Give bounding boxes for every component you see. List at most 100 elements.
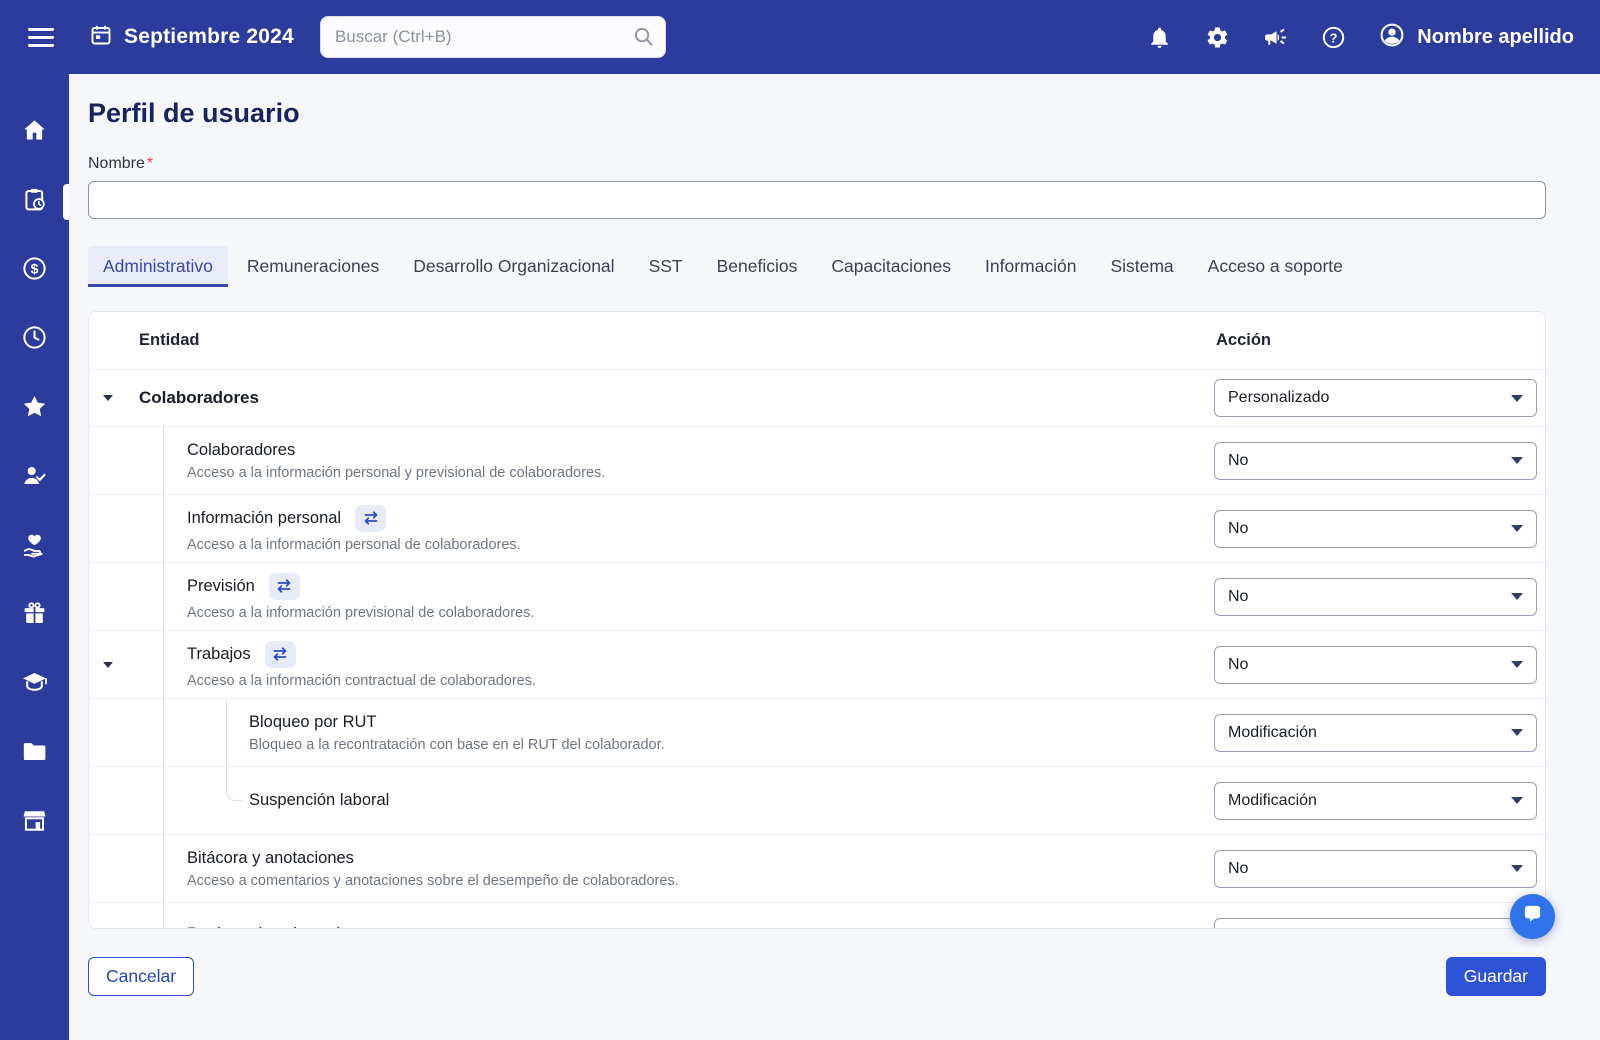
row-description: Acceso a la información contractual de c… [187, 673, 1214, 689]
select-caret-icon [1511, 797, 1523, 804]
table-row: Previsión Acceso a la información previs… [89, 562, 1545, 630]
page-title: Perfil de usuario [88, 98, 1546, 129]
gift-icon [21, 600, 48, 632]
tab-informacion[interactable]: Información [970, 246, 1091, 287]
table-row: Información personal Acceso a la informa… [89, 494, 1545, 562]
chat-bubble-icon [1521, 903, 1544, 931]
row-title: Previsión [187, 577, 255, 596]
select-caret-icon [1511, 729, 1523, 736]
row-title: Suspención laboral [249, 791, 389, 809]
action-select[interactable]: No [1214, 850, 1537, 888]
action-header: Acción [1214, 331, 1545, 350]
sidebar-item-benefits[interactable] [0, 512, 69, 581]
expand-chevron-icon[interactable] [103, 395, 113, 401]
user-name: Nombre apellido [1417, 26, 1574, 49]
table-row: Suspención laboral Modificación [89, 766, 1545, 834]
form-footer: Cancelar Guardar [88, 957, 1546, 996]
marketplace-store-icon [21, 807, 48, 839]
table-row: Trabajos Acceso a la información contrac… [89, 630, 1545, 698]
action-select[interactable]: Modificación [1214, 782, 1537, 820]
action-select[interactable]: No [1214, 578, 1537, 616]
select-caret-icon [1511, 457, 1523, 464]
row-title: Información personal [187, 509, 341, 528]
menu-icon[interactable] [28, 23, 56, 52]
topbar: Septiembre 2024 ? [0, 0, 1600, 74]
sidebar-item-education[interactable] [0, 650, 69, 719]
period-label: Septiembre 2024 [124, 25, 294, 49]
table-row: Bloqueo por RUT Bloqueo a la recontratac… [89, 698, 1545, 766]
sidebar-item-talent[interactable] [0, 374, 69, 443]
row-title: Colaboradores [187, 441, 295, 460]
expand-chevron-icon[interactable] [103, 662, 113, 668]
swap-icon[interactable] [355, 505, 386, 532]
collaborators-person-check-icon [21, 462, 48, 494]
documents-folder-icon [21, 738, 48, 770]
select-caret-icon [1511, 395, 1523, 402]
tab-acceso-a-soporte[interactable]: Acceso a soporte [1193, 246, 1358, 287]
notifications-bell-icon[interactable] [1147, 25, 1172, 50]
row-description: Bloqueo a la recontratación con base en … [249, 737, 1214, 753]
sidebar-item-gifts[interactable] [0, 581, 69, 650]
swap-icon[interactable] [269, 573, 300, 600]
row-title: Colaboradores [139, 388, 259, 407]
sidebar-item-home[interactable] [0, 98, 69, 167]
tab-beneficios[interactable]: Beneficios [702, 246, 813, 287]
action-select[interactable]: No [1214, 510, 1537, 548]
name-input[interactable] [88, 181, 1546, 219]
attendance-clipboard-icon [21, 186, 48, 218]
sidebar-item-documents[interactable] [0, 719, 69, 788]
action-select[interactable]: No [1214, 646, 1537, 684]
row-description: Acceso a la información personal y previ… [187, 465, 1214, 481]
row-description: Acceso a comentarios y anotaciones sobre… [187, 873, 1214, 889]
time-clock-icon [21, 324, 48, 356]
select-caret-icon [1511, 865, 1523, 872]
sidebar-item-time[interactable] [0, 305, 69, 374]
sidebar-item-collaborators[interactable] [0, 443, 69, 512]
required-asterisk: * [147, 155, 153, 172]
action-select[interactable]: No [1214, 442, 1537, 480]
select-caret-icon [1511, 525, 1523, 532]
table-row: Bitácora y anotaciones Acceso a comentar… [89, 834, 1545, 902]
benefits-hand-heart-icon [21, 531, 48, 563]
permissions-table: Entidad Acción Colaboradores Personaliza… [88, 311, 1546, 929]
user-avatar-icon [1379, 22, 1405, 53]
tab-bar: Administrativo Remuneraciones Desarrollo… [88, 246, 1546, 287]
sidebar-item-attendance[interactable] [0, 167, 69, 236]
main-content: Perfil de usuario Nombre* Administrativo… [69, 74, 1600, 1040]
search-input[interactable] [320, 16, 666, 58]
sidebar-item-payroll[interactable]: $ [0, 236, 69, 305]
swap-icon[interactable] [265, 641, 296, 668]
row-description: Acceso a la información personal de cola… [187, 537, 1214, 553]
chat-launcher[interactable] [1510, 894, 1555, 939]
name-field-label: Nombre* [88, 155, 1546, 173]
row-title: Trabajos [187, 645, 251, 664]
period-selector[interactable]: Septiembre 2024 [89, 23, 294, 52]
search-icon [632, 25, 655, 53]
help-icon[interactable]: ? [1321, 25, 1346, 50]
table-row: Colaboradores Personalizado [89, 369, 1545, 426]
sidebar-item-marketplace[interactable] [0, 788, 69, 857]
tab-capacitaciones[interactable]: Capacitaciones [816, 246, 966, 287]
tab-remuneraciones[interactable]: Remuneraciones [232, 246, 394, 287]
education-cap-icon [21, 669, 48, 701]
calendar-icon [89, 23, 113, 52]
tab-desarrollo-organizacional[interactable]: Desarrollo Organizacional [398, 246, 629, 287]
select-caret-icon [1511, 661, 1523, 668]
save-button[interactable]: Guardar [1446, 957, 1546, 996]
announcements-megaphone-icon[interactable] [1263, 25, 1288, 50]
action-select[interactable] [1214, 918, 1537, 929]
action-select[interactable]: Modificación [1214, 714, 1537, 752]
tab-sst[interactable]: SST [634, 246, 698, 287]
cancel-button[interactable]: Cancelar [88, 957, 194, 996]
row-title: Bitácora y anotaciones [187, 849, 354, 868]
user-menu[interactable]: Nombre apellido [1379, 22, 1574, 53]
tab-sistema[interactable]: Sistema [1095, 246, 1188, 287]
action-select[interactable]: Personalizado [1214, 379, 1537, 417]
svg-text:$: $ [31, 260, 39, 276]
row-title: Registro de asistencia [187, 925, 349, 929]
tab-administrativo[interactable]: Administrativo [88, 246, 228, 287]
table-header: Entidad Acción [89, 312, 1545, 369]
sidebar: $ [0, 74, 69, 1040]
entity-header: Entidad [89, 331, 1214, 350]
settings-gear-icon[interactable] [1205, 25, 1230, 50]
